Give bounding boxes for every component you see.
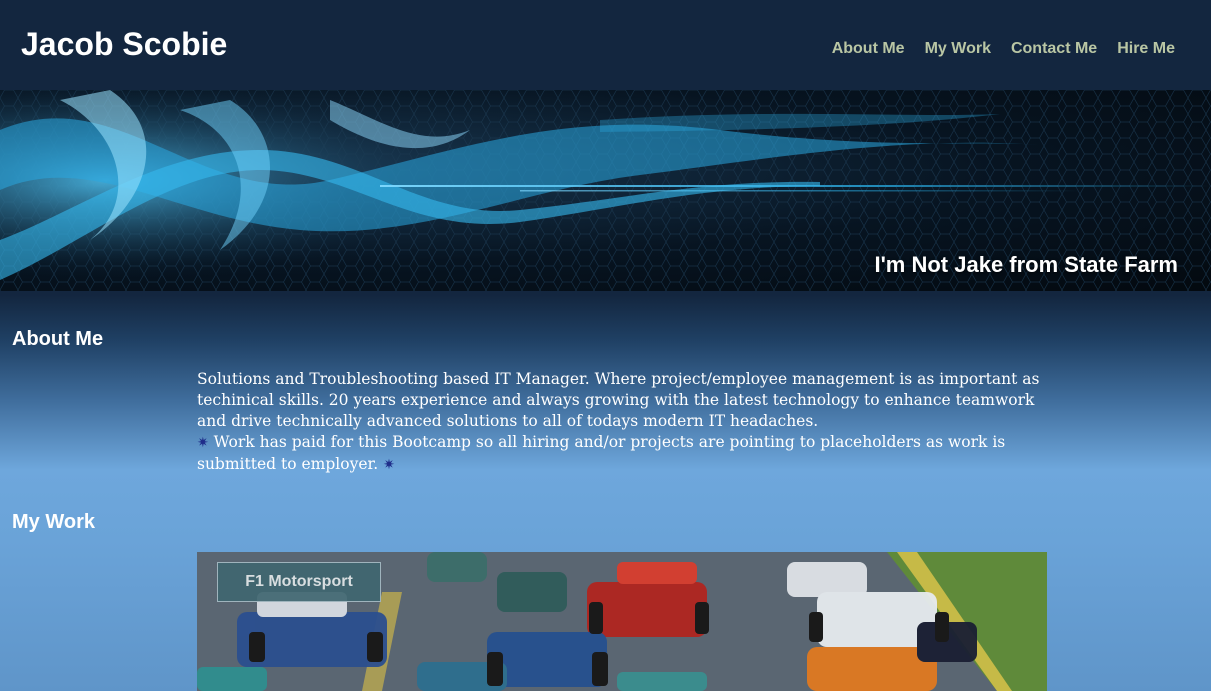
site-title: Jacob Scobie bbox=[21, 26, 228, 62]
project-card-f1-motorsport[interactable]: F1 Motorsport bbox=[197, 552, 1047, 691]
hero-tagline: I'm Not Jake from State Farm bbox=[874, 252, 1178, 277]
about-me-heading: About Me bbox=[12, 328, 104, 350]
star-icon: ✷ bbox=[383, 457, 395, 473]
nav-link-my-work[interactable]: My Work bbox=[925, 39, 991, 59]
about-me-note: ✷ Work has paid for this Bootcamp so all… bbox=[197, 432, 1047, 476]
nav-link-contact-me[interactable]: Contact Me bbox=[1011, 39, 1097, 59]
nav-link-hire-me[interactable]: Hire Me bbox=[1117, 39, 1175, 59]
about-me-note-text: Work has paid for this Bootcamp so all h… bbox=[197, 433, 1006, 473]
nav-link-about-me[interactable]: About Me bbox=[832, 39, 905, 59]
project-label[interactable]: F1 Motorsport bbox=[217, 562, 381, 602]
about-me-text: Solutions and Troubleshooting based IT M… bbox=[197, 369, 1047, 476]
hero-banner: I'm Not Jake from State Farm bbox=[0, 90, 1211, 291]
my-work-heading: My Work bbox=[12, 511, 95, 533]
star-icon: ✷ bbox=[197, 435, 209, 451]
site-header: Jacob Scobie About Me My Work Contact Me… bbox=[0, 0, 1211, 90]
about-me-paragraph: Solutions and Troubleshooting based IT M… bbox=[197, 370, 1040, 430]
main-nav: About Me My Work Contact Me Hire Me bbox=[832, 39, 1175, 59]
